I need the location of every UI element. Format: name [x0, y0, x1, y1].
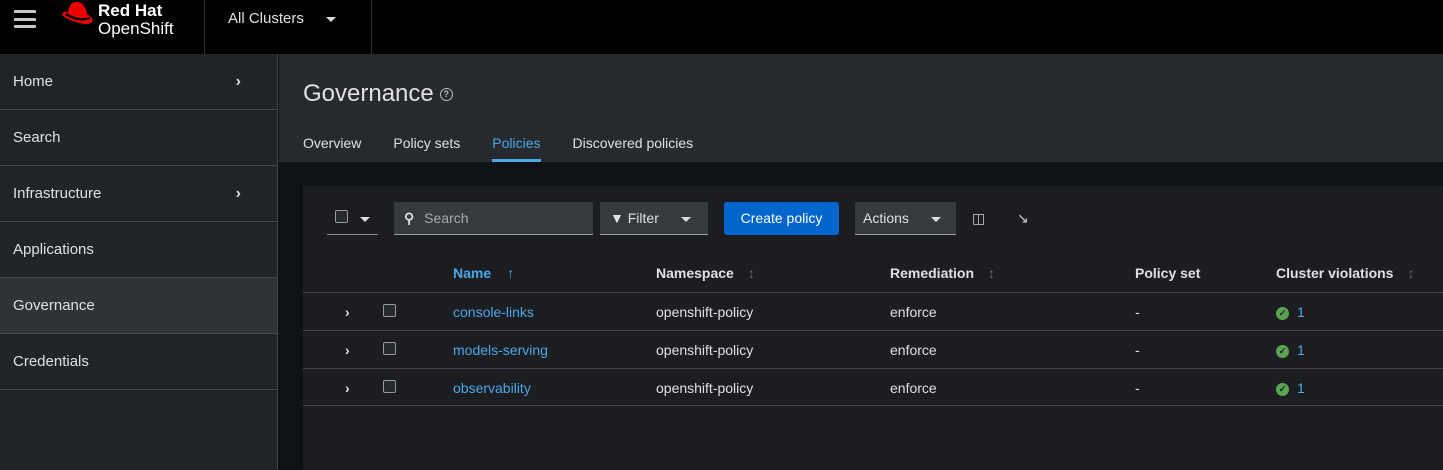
sort-icon: ↕	[747, 265, 755, 281]
tab-discovered-policies[interactable]: Discovered policies	[573, 135, 694, 162]
column-name[interactable]: Name ↑	[453, 265, 514, 281]
table-row: › models-serving openshift-policy enforc…	[303, 330, 1443, 368]
nav-label: Search	[13, 129, 61, 146]
sidebar-item-search[interactable]: Search	[0, 110, 277, 166]
policy-name-link[interactable]: models-serving	[453, 342, 548, 358]
caret-down-icon	[930, 216, 941, 222]
violations-link[interactable]: 1	[1297, 342, 1305, 358]
divider	[204, 0, 205, 54]
sidebar-item-infrastructure[interactable]: Infrastructure ›	[0, 166, 277, 222]
remediation-cell: enforce	[890, 380, 937, 396]
export-icon[interactable]: ↘	[1017, 210, 1029, 227]
policy-set-cell: -	[1135, 304, 1140, 320]
sidebar-item-governance[interactable]: Governance	[0, 278, 277, 334]
caret-down-icon	[326, 16, 337, 22]
manage-columns-icon[interactable]: ◫	[972, 210, 985, 227]
caret-down-icon	[359, 216, 370, 222]
brand-line2: OpenShift	[98, 19, 174, 38]
sidebar-item-home[interactable]: Home ›	[0, 54, 277, 110]
tab-policy-sets[interactable]: Policy sets	[393, 135, 460, 162]
caret-down-icon	[680, 216, 691, 222]
column-label: Remediation	[890, 265, 975, 281]
nav-label: Governance	[13, 297, 95, 314]
nav-label: Applications	[13, 241, 94, 258]
search-placeholder: Search	[424, 210, 469, 226]
row-checkbox[interactable]	[383, 342, 396, 355]
page-header: Governance? Overview Policy sets Policie…	[279, 54, 1443, 162]
bulk-select[interactable]	[327, 202, 378, 235]
column-label: Cluster violations	[1276, 265, 1394, 281]
filter-dropdown[interactable]: ▼ Filter	[600, 202, 708, 235]
filter-icon: ▼	[610, 210, 624, 226]
violations-link[interactable]: 1	[1297, 304, 1305, 320]
policy-name-link[interactable]: console-links	[453, 304, 534, 320]
column-cluster-violations[interactable]: Cluster violations ↕	[1276, 265, 1414, 281]
divider	[371, 0, 372, 54]
chevron-right-icon: ›	[235, 185, 241, 202]
namespace-cell: openshift-policy	[656, 304, 754, 320]
filter-label: Filter	[627, 210, 659, 226]
policy-set-cell: -	[1135, 342, 1140, 358]
sort-icon: ↕	[988, 265, 996, 281]
column-label: Namespace	[656, 265, 734, 281]
table-row: › console-links openshift-policy enforce…	[303, 292, 1443, 330]
policies-table-panel: ⚲ Search ▼ Filter Create policy Actions …	[303, 186, 1443, 470]
sidebar-item-credentials[interactable]: Credentials	[0, 334, 277, 390]
row-checkbox[interactable]	[383, 380, 396, 393]
page-title: Governance	[303, 80, 434, 107]
namespace-cell: openshift-policy	[656, 380, 754, 396]
chevron-right-icon: ›	[235, 73, 241, 90]
red-hat-logo-icon	[62, 1, 93, 24]
column-remediation[interactable]: Remediation ↕	[890, 265, 995, 281]
nav-label: Infrastructure	[13, 185, 102, 202]
table-row: › observability openshift-policy enforce…	[303, 368, 1443, 406]
brand[interactable]: Red Hat OpenShift	[98, 2, 174, 38]
hamburger-menu-icon[interactable]	[14, 10, 36, 28]
actions-dropdown[interactable]: Actions	[855, 202, 956, 235]
sort-ascending-icon: ↑	[507, 265, 515, 281]
sidebar-item-applications[interactable]: Applications	[0, 222, 277, 278]
expand-chevron-icon[interactable]: ›	[345, 380, 350, 396]
namespace-cell: openshift-policy	[656, 342, 754, 358]
masthead: Red Hat OpenShift All Clusters	[0, 0, 1443, 54]
expand-chevron-icon[interactable]: ›	[345, 342, 350, 358]
nav-label: Home	[13, 73, 54, 90]
check-circle-icon: ✓	[1276, 382, 1289, 396]
search-icon: ⚲	[404, 210, 415, 226]
remediation-cell: enforce	[890, 342, 937, 358]
expand-chevron-icon[interactable]: ›	[345, 304, 350, 320]
actions-label: Actions	[863, 210, 909, 226]
policy-name-link[interactable]: observability	[453, 380, 531, 396]
violations-link[interactable]: 1	[1297, 380, 1305, 396]
tab-policies[interactable]: Policies	[492, 135, 541, 162]
create-policy-button[interactable]: Create policy	[724, 202, 839, 235]
search-input[interactable]: ⚲ Search	[394, 202, 593, 235]
cluster-selector-label: All Clusters	[228, 10, 304, 27]
column-policy-set: Policy set	[1135, 265, 1201, 281]
column-namespace[interactable]: Namespace ↕	[656, 265, 755, 281]
policy-set-cell: -	[1135, 380, 1140, 396]
cluster-selector[interactable]: All Clusters	[228, 10, 337, 27]
checkbox[interactable]	[335, 210, 348, 223]
column-label: Name	[453, 265, 492, 281]
brand-line1: Red Hat	[98, 1, 163, 20]
tab-overview[interactable]: Overview	[303, 135, 361, 162]
remediation-cell: enforce	[890, 304, 937, 320]
row-checkbox[interactable]	[383, 304, 396, 317]
help-icon[interactable]: ?	[439, 88, 453, 102]
sidebar: Home › Search Infrastructure › Application…	[0, 54, 278, 470]
check-circle-icon: ✓	[1276, 306, 1289, 320]
check-circle-icon: ✓	[1276, 344, 1289, 358]
nav-label: Credentials	[13, 353, 89, 370]
sort-icon: ↕	[1407, 265, 1415, 281]
